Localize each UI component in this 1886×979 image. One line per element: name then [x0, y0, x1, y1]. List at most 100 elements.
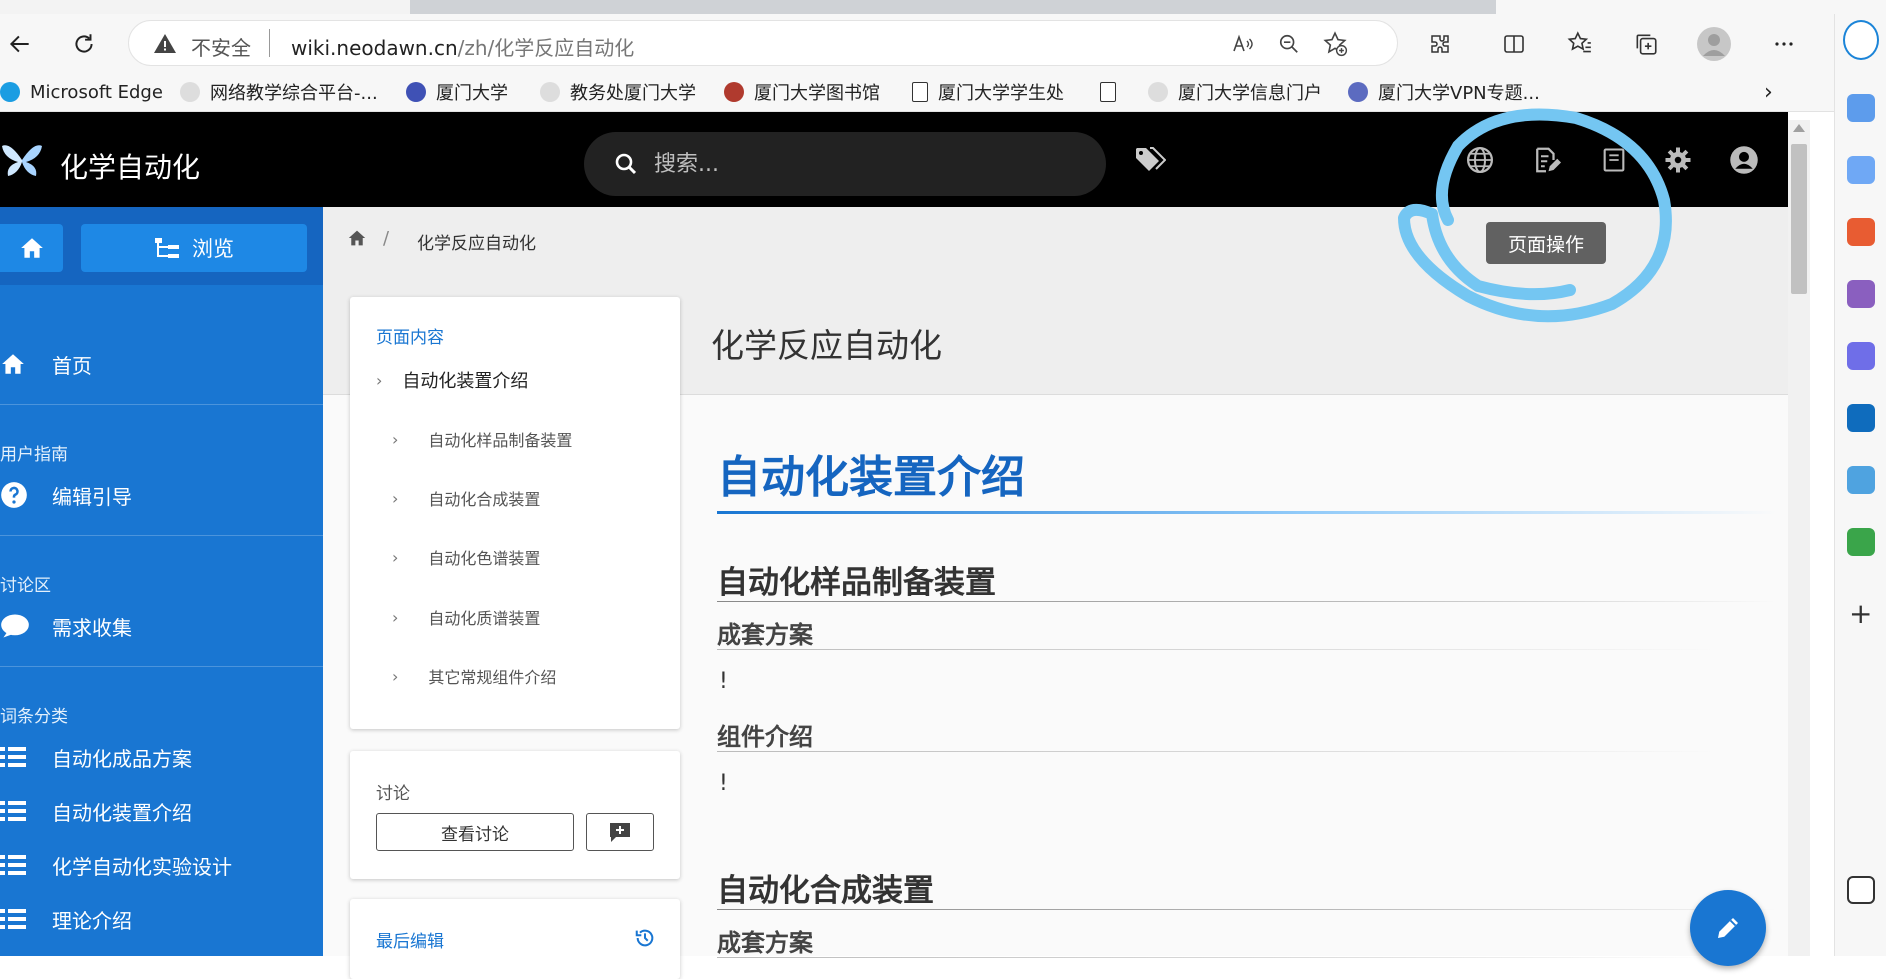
nav-section-heading: 用户指南	[0, 445, 68, 465]
browse-button[interactable]: 浏览	[81, 224, 307, 272]
view-discussion-button[interactable]: 查看讨论	[376, 813, 574, 851]
back-icon[interactable]	[0, 24, 40, 64]
toc-subitem[interactable]: › 自动化质谱装置	[392, 605, 540, 629]
nav-item-category[interactable]: 自动化成品方案	[0, 737, 323, 777]
shopping-icon[interactable]	[1847, 156, 1875, 184]
toc-subitem[interactable]: › 自动化色谱装置	[392, 545, 540, 569]
search-box[interactable]	[584, 132, 1106, 196]
paragraph-text: !	[719, 771, 728, 796]
heading-underline	[717, 957, 1717, 958]
page-icon	[912, 82, 928, 102]
article-heading-3: 组件介绍	[717, 723, 813, 751]
scrollbar-thumb[interactable]	[1791, 144, 1807, 294]
scroll-up-icon[interactable]	[1793, 124, 1805, 132]
favorite-item[interactable]: 厦门大学VPN专题...	[1348, 80, 1540, 104]
breadcrumb-separator: /	[383, 228, 390, 249]
site-title[interactable]: 化学自动化	[60, 146, 200, 186]
toc-card: 页面内容 › 自动化装置介绍 › 自动化样品制备装置 › 自动化合成装置 › 自动化色谱…	[350, 297, 680, 729]
split-screen-icon[interactable]	[1494, 24, 1534, 64]
chat-bubble-icon	[0, 613, 32, 639]
more-menu-icon[interactable]	[1764, 24, 1804, 64]
nav-item-category[interactable]: 自动化装置介绍	[0, 791, 323, 831]
send-icon[interactable]	[1847, 466, 1875, 494]
left-navigation: 浏览 首页 用户指南 编辑引导 讨论区 需求收集 词条分类 自动化成品方案 自动…	[0, 207, 323, 956]
toc-subitem[interactable]: › 自动化合成装置	[392, 486, 540, 510]
home-icon	[0, 352, 32, 376]
edge-icon	[0, 82, 20, 102]
breadcrumb-home-icon[interactable]	[347, 229, 367, 247]
nav-section-heading: 词条分类	[0, 707, 68, 727]
add-comment-button[interactable]	[586, 813, 654, 851]
url-text[interactable]: wiki.neodawn.cn/zh/化学反应自动化	[291, 32, 634, 61]
history-icon[interactable]	[634, 927, 656, 949]
tags-icon[interactable]	[1128, 138, 1172, 182]
sidebar-toggle-icon[interactable]	[1847, 876, 1875, 904]
browse-label: 浏览	[192, 237, 234, 261]
active-tab[interactable]	[0, 0, 410, 14]
nav-item-category[interactable]: 化学自动化实验设计	[0, 845, 323, 885]
comment-plus-icon	[610, 823, 630, 842]
toc-item[interactable]: › 自动化装置介绍	[376, 367, 528, 393]
tools-icon[interactable]	[1847, 218, 1875, 246]
read-aloud-icon[interactable]	[1229, 30, 1257, 58]
heading-underline	[717, 649, 1717, 650]
page-actions-icon[interactable]	[1524, 138, 1568, 182]
page-icon	[1100, 82, 1116, 102]
last-edit-label: 最后编辑	[376, 932, 444, 952]
page-scrollbar[interactable]	[1788, 120, 1810, 956]
bing-copilot-icon[interactable]	[1843, 20, 1879, 60]
butterfly-logo-icon[interactable]	[0, 140, 44, 180]
home-button[interactable]	[0, 224, 63, 272]
tree-icon[interactable]	[1847, 528, 1875, 556]
site-icon	[1148, 82, 1168, 102]
favorite-item[interactable]	[1100, 80, 1126, 104]
toc-subitem[interactable]: › 自动化样品制备装置	[392, 427, 572, 451]
edge-sidebar: +	[1834, 14, 1886, 956]
account-icon[interactable]	[1722, 138, 1766, 182]
language-icon[interactable]	[1458, 138, 1502, 182]
toc-subitem[interactable]: › 其它常规组件介绍	[392, 664, 556, 688]
article-heading-2: 自动化样品制备装置	[717, 565, 996, 601]
favorite-item[interactable]: 网络教学综合平台-...	[180, 80, 378, 104]
favorite-item[interactable]: Microsoft Edge	[0, 80, 163, 104]
wiki-header: 化学自动化	[0, 112, 1788, 207]
nav-item-requirements[interactable]: 需求收集	[0, 606, 323, 646]
nav-item-label: 需求收集	[52, 615, 132, 640]
edit-page-button[interactable]	[1690, 890, 1766, 966]
nav-item-label: 自动化装置介绍	[52, 800, 192, 825]
library-icon	[724, 82, 744, 102]
zoom-out-icon[interactable]	[1275, 30, 1303, 58]
new-page-icon[interactable]	[1592, 138, 1636, 182]
search-input[interactable]	[652, 146, 1072, 182]
games-icon[interactable]	[1847, 280, 1875, 308]
site-icon	[180, 82, 200, 102]
nav-item-home[interactable]: 首页	[0, 344, 323, 384]
nav-item-edit-guide[interactable]: 编辑引导	[0, 475, 323, 515]
favorites-icon[interactable]	[1560, 24, 1600, 64]
office-icon[interactable]	[1847, 342, 1875, 370]
refresh-icon[interactable]	[64, 24, 104, 64]
profile-avatar-icon[interactable]	[1694, 24, 1734, 64]
list-icon	[0, 908, 32, 930]
add-favorite-icon[interactable]	[1321, 30, 1349, 58]
favorite-item[interactable]: 教务处厦门大学	[540, 80, 696, 104]
nav-top-bar: 浏览	[0, 207, 323, 285]
favorites-overflow-icon[interactable]: ›	[1764, 80, 1773, 105]
favorite-item[interactable]: 厦门大学学生处	[912, 80, 1064, 104]
address-bar[interactable]: 不安全 wiki.neodawn.cn/zh/化学反应自动化	[128, 20, 1398, 66]
collections-icon[interactable]	[1626, 24, 1666, 64]
settings-icon[interactable]	[1656, 138, 1700, 182]
article-heading-2: 自动化合成装置	[717, 873, 934, 909]
nav-divider	[0, 535, 323, 536]
discussion-card: 讨论 查看讨论	[350, 751, 680, 879]
favorite-item[interactable]: 厦门大学	[406, 80, 508, 104]
add-sidebar-icon[interactable]: +	[1849, 600, 1872, 628]
outlook-icon[interactable]	[1847, 404, 1875, 432]
nav-item-category[interactable]: 理论介绍	[0, 899, 323, 939]
favorite-item[interactable]: 厦门大学图书馆	[724, 80, 880, 104]
toc-heading: 页面内容	[376, 328, 444, 348]
article-heading-3: 成套方案	[717, 621, 813, 649]
search-icon[interactable]	[1847, 94, 1875, 122]
favorite-item[interactable]: 厦门大学信息门户	[1148, 80, 1322, 104]
extensions-icon[interactable]	[1420, 24, 1460, 64]
